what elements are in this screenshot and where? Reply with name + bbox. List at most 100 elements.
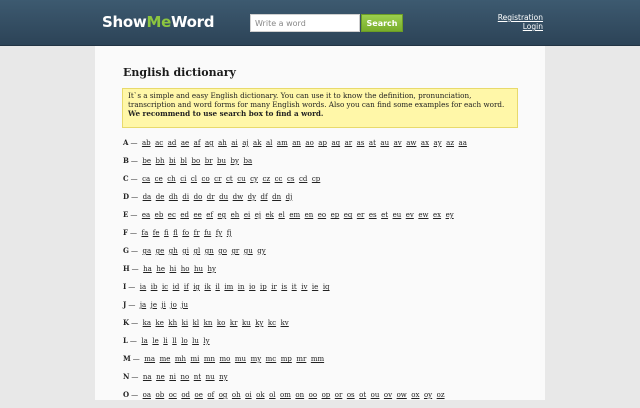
prefix-link[interactable]: iv: [301, 283, 307, 291]
prefix-link[interactable]: oe: [195, 391, 203, 399]
prefix-link[interactable]: mn: [204, 355, 215, 363]
prefix-link[interactable]: la: [141, 337, 147, 345]
prefix-link[interactable]: ka: [143, 319, 151, 327]
prefix-link[interactable]: ia: [140, 283, 146, 291]
prefix-link[interactable]: on: [295, 391, 304, 399]
prefix-link[interactable]: ev: [406, 211, 414, 219]
search-input[interactable]: [250, 14, 360, 32]
prefix-link[interactable]: go: [218, 247, 227, 255]
prefix-link[interactable]: ho: [181, 265, 190, 273]
prefix-link[interactable]: im: [224, 283, 233, 291]
prefix-link[interactable]: cs: [287, 175, 295, 183]
prefix-link[interactable]: az: [446, 139, 454, 147]
prefix-link[interactable]: em: [289, 211, 300, 219]
prefix-link[interactable]: fe: [153, 229, 160, 237]
prefix-link[interactable]: nu: [206, 373, 215, 381]
prefix-link[interactable]: ei: [244, 211, 250, 219]
prefix-link[interactable]: ba: [243, 157, 252, 165]
prefix-link[interactable]: eu: [393, 211, 402, 219]
prefix-link[interactable]: ly: [203, 337, 209, 345]
prefix-link[interactable]: kr: [230, 319, 238, 327]
prefix-link[interactable]: il: [215, 283, 219, 291]
prefix-link[interactable]: ky: [255, 319, 263, 327]
prefix-link[interactable]: am: [277, 139, 288, 147]
prefix-link[interactable]: oa: [143, 391, 151, 399]
prefix-link[interactable]: eo: [318, 211, 326, 219]
prefix-link[interactable]: gi: [182, 247, 189, 255]
prefix-link[interactable]: ob: [156, 391, 165, 399]
prefix-link[interactable]: ci: [180, 175, 186, 183]
prefix-link[interactable]: gl: [194, 247, 201, 255]
prefix-link[interactable]: ew: [418, 211, 428, 219]
prefix-link[interactable]: ir: [271, 283, 277, 291]
prefix-link[interactable]: li: [163, 337, 167, 345]
prefix-link[interactable]: oo: [309, 391, 317, 399]
prefix-link[interactable]: ja: [140, 301, 146, 309]
prefix-link[interactable]: cy: [250, 175, 258, 183]
prefix-link[interactable]: ib: [151, 283, 158, 291]
prefix-link[interactable]: ch: [167, 175, 175, 183]
prefix-link[interactable]: es: [369, 211, 377, 219]
prefix-link[interactable]: iq: [323, 283, 330, 291]
prefix-link[interactable]: ig: [193, 283, 200, 291]
prefix-link[interactable]: me: [160, 355, 171, 363]
prefix-link[interactable]: in: [238, 283, 245, 291]
prefix-link[interactable]: cd: [299, 175, 307, 183]
prefix-link[interactable]: os: [347, 391, 355, 399]
prefix-link[interactable]: mo: [220, 355, 231, 363]
prefix-link[interactable]: mr: [296, 355, 306, 363]
prefix-link[interactable]: hi: [169, 265, 176, 273]
prefix-link[interactable]: oz: [437, 391, 445, 399]
prefix-link[interactable]: ab: [142, 139, 151, 147]
prefix-link[interactable]: fl: [173, 229, 178, 237]
prefix-link[interactable]: ep: [331, 211, 340, 219]
prefix-link[interactable]: fy: [216, 229, 223, 237]
prefix-link[interactable]: de: [156, 193, 165, 201]
prefix-link[interactable]: af: [194, 139, 201, 147]
prefix-link[interactable]: ga: [142, 247, 151, 255]
prefix-link[interactable]: cl: [191, 175, 197, 183]
prefix-link[interactable]: kl: [193, 319, 199, 327]
prefix-link[interactable]: ok: [256, 391, 264, 399]
prefix-link[interactable]: ki: [182, 319, 188, 327]
prefix-link[interactable]: cz: [263, 175, 271, 183]
prefix-link[interactable]: ny: [219, 373, 227, 381]
prefix-link[interactable]: ip: [260, 283, 267, 291]
prefix-link[interactable]: na: [143, 373, 152, 381]
prefix-link[interactable]: le: [152, 337, 158, 345]
prefix-link[interactable]: ac: [155, 139, 163, 147]
prefix-link[interactable]: fj: [227, 229, 232, 237]
prefix-link[interactable]: mi: [191, 355, 200, 363]
prefix-link[interactable]: kh: [168, 319, 177, 327]
prefix-link[interactable]: ox: [411, 391, 419, 399]
prefix-link[interactable]: ax: [421, 139, 429, 147]
prefix-link[interactable]: by: [231, 157, 239, 165]
prefix-link[interactable]: cp: [312, 175, 320, 183]
prefix-link[interactable]: kn: [204, 319, 213, 327]
search-button[interactable]: Search: [361, 14, 403, 32]
prefix-link[interactable]: ay: [434, 139, 442, 147]
prefix-link[interactable]: dr: [207, 193, 215, 201]
prefix-link[interactable]: oc: [169, 391, 177, 399]
prefix-link[interactable]: nt: [194, 373, 201, 381]
prefix-link[interactable]: cr: [214, 175, 221, 183]
prefix-link[interactable]: er: [357, 211, 365, 219]
prefix-link[interactable]: fr: [194, 229, 200, 237]
prefix-link[interactable]: if: [184, 283, 189, 291]
prefix-link[interactable]: je: [151, 301, 157, 309]
prefix-link[interactable]: ej: [255, 211, 261, 219]
prefix-link[interactable]: hu: [194, 265, 203, 273]
prefix-link[interactable]: ji: [161, 301, 165, 309]
prefix-link[interactable]: eh: [231, 211, 240, 219]
prefix-link[interactable]: ge: [156, 247, 165, 255]
prefix-link[interactable]: ke: [156, 319, 164, 327]
prefix-link[interactable]: du: [219, 193, 228, 201]
prefix-link[interactable]: ai: [231, 139, 237, 147]
prefix-link[interactable]: ec: [168, 211, 176, 219]
prefix-link[interactable]: my: [251, 355, 262, 363]
prefix-link[interactable]: et: [381, 211, 388, 219]
prefix-link[interactable]: ex: [433, 211, 441, 219]
registration-link[interactable]: Registration: [498, 13, 543, 22]
prefix-link[interactable]: do: [194, 193, 203, 201]
prefix-link[interactable]: oh: [232, 391, 241, 399]
